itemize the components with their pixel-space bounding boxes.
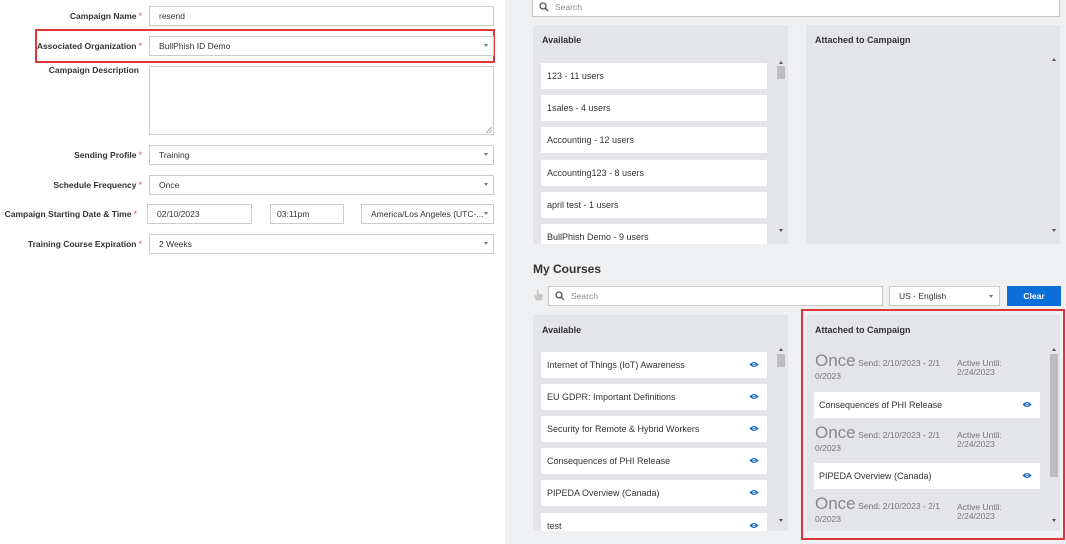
eye-icon[interactable] [749, 361, 759, 368]
groups-attached-scrollbar[interactable] [1050, 58, 1058, 232]
scroll-up-icon[interactable] [1052, 348, 1056, 351]
group-item[interactable]: BullPhish Demo - 9 users [541, 224, 767, 244]
eye-icon[interactable] [1022, 472, 1032, 479]
schedule-summary: Once Send: 2/10/2023 - 2/1 0/2023 [815, 494, 940, 524]
chevron-down-icon [484, 183, 488, 186]
hand-pointer-icon [534, 289, 543, 301]
courses-attached-title: Attached to Campaign [815, 325, 911, 335]
expiration-select[interactable]: 2 Weeks [149, 234, 494, 254]
campaign-name-input[interactable]: resend [149, 6, 494, 26]
course-item[interactable]: EU GDPR: Important Definitions [541, 384, 767, 410]
courses-search-input[interactable]: Search [548, 286, 883, 306]
scroll-thumb[interactable] [777, 354, 785, 367]
description-textarea[interactable] [149, 66, 494, 135]
course-item[interactable]: Internet of Things (IoT) Awareness [541, 352, 767, 378]
groups-attached-title: Attached to Campaign [815, 35, 911, 45]
scroll-up-icon[interactable] [1052, 58, 1056, 61]
groups-available-box: Available 123 - 11 users 1sales - 4 user… [533, 25, 788, 244]
group-item[interactable]: Accounting - 12 users [541, 127, 767, 153]
courses-available-box: Available Internet of Things (IoT) Aware… [533, 315, 788, 531]
scroll-up-icon[interactable] [779, 348, 783, 351]
courses-attached-scrollbar[interactable] [1050, 348, 1058, 522]
chevron-down-icon [989, 295, 993, 298]
search-icon [539, 2, 549, 12]
expiration-label: Training Course Expiration * [27, 239, 142, 249]
eye-icon[interactable] [749, 393, 759, 400]
campaign-name-label: Campaign Name * [69, 11, 142, 21]
frequency-label: Schedule Frequency * [53, 180, 142, 190]
sending-profile-select[interactable]: Training [149, 145, 494, 165]
scroll-down-icon[interactable] [1052, 229, 1056, 232]
active-until: Active Until: 2/24/2023 [957, 358, 1002, 377]
scroll-down-icon[interactable] [779, 229, 783, 232]
start-date-label: Campaign Starting Date & Time * [4, 209, 137, 219]
groups-available-title: Available [542, 35, 582, 45]
groups-available-scrollbar[interactable] [777, 61, 785, 232]
active-until: Active Until: 2/24/2023 [957, 502, 1002, 521]
search-icon [555, 291, 565, 301]
frequency-select[interactable]: Once [149, 175, 494, 195]
eye-icon[interactable] [749, 489, 759, 496]
courses-available-scrollbar[interactable] [777, 348, 785, 522]
chevron-down-icon [484, 242, 488, 245]
active-until: Active Until: 2/24/2023 [957, 430, 1002, 449]
schedule-summary: Once Send: 2/10/2023 - 2/1 0/2023 [815, 351, 940, 381]
scroll-thumb[interactable] [1050, 354, 1058, 477]
scroll-up-icon[interactable] [779, 61, 783, 64]
eye-icon[interactable] [749, 425, 759, 432]
group-item[interactable]: Accounting123 - 8 users [541, 160, 767, 186]
courses-available-title: Available [542, 325, 582, 335]
organization-select[interactable]: BullPhish ID Demo [149, 36, 494, 56]
chevron-down-icon [484, 153, 488, 156]
attached-course-item[interactable]: PIPEDA Overview (Canada) [814, 463, 1040, 489]
course-item[interactable]: Consequences of PHI Release [541, 448, 767, 474]
sending-profile-label: Sending Profile * [74, 150, 142, 160]
chevron-down-icon [484, 212, 488, 215]
timezone-select[interactable]: America/Los Angeles (UTC-... [361, 204, 494, 224]
schedule-summary: Once Send: 2/10/2023 - 2/1 0/2023 [815, 423, 940, 453]
scroll-down-icon[interactable] [779, 519, 783, 522]
course-item[interactable]: PIPEDA Overview (Canada) [541, 480, 767, 506]
description-label: Campaign Description [48, 65, 139, 75]
organization-label: Associated Organization * [36, 41, 142, 51]
eye-icon[interactable] [1022, 401, 1032, 408]
course-item[interactable]: Security for Remote & Hybrid Workers [541, 416, 767, 442]
groups-search-input[interactable]: Search [532, 0, 1060, 17]
start-time-input[interactable]: 03:11pm [270, 204, 344, 224]
eye-icon[interactable] [749, 457, 759, 464]
course-item[interactable]: test [541, 513, 767, 531]
chevron-down-icon [484, 44, 488, 47]
start-date-input[interactable]: 02/10/2023 [147, 204, 252, 224]
group-item[interactable]: 123 - 11 users [541, 63, 767, 89]
courses-attached-box: Attached to Campaign Once Send: 2/10/202… [806, 315, 1060, 531]
clear-button[interactable]: Clear [1007, 286, 1061, 306]
my-courses-title: My Courses [533, 262, 602, 276]
eye-icon[interactable] [749, 522, 759, 529]
group-item[interactable]: april test - 1 users [541, 192, 767, 218]
scroll-down-icon[interactable] [1052, 519, 1056, 522]
resize-grip-icon[interactable] [486, 127, 492, 133]
groups-attached-box: Attached to Campaign [806, 25, 1060, 244]
language-select[interactable]: US - English [889, 286, 1000, 306]
scroll-thumb[interactable] [777, 66, 785, 79]
attached-course-item[interactable]: Consequences of PHI Release [814, 392, 1040, 418]
group-item[interactable]: 1sales - 4 users [541, 95, 767, 121]
